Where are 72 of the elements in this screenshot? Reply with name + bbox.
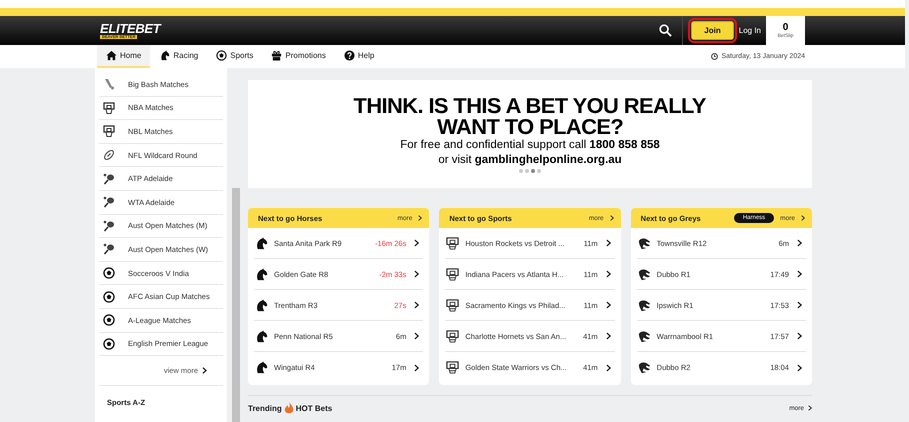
chevron-icon: [610, 215, 614, 221]
chevron-icon[interactable]: [606, 301, 611, 309]
greyhound-icon: [638, 236, 651, 250]
nav-tab[interactable]: Racing: [150, 45, 208, 68]
tennis-icon: [103, 220, 115, 232]
clock-icon: [711, 53, 718, 60]
carousel-dot[interactable]: [537, 169, 541, 173]
chevron-icon: [800, 215, 805, 221]
chevron-icon[interactable]: [606, 332, 611, 340]
chevron-icon[interactable]: [414, 270, 420, 278]
carousel-dot[interactable]: [525, 169, 529, 173]
tennis-icon: [103, 172, 115, 185]
cricket-icon: [103, 78, 115, 90]
banner-headline: WANT TO PLACE?: [437, 117, 623, 138]
nav-tab[interactable]: Sports: [207, 45, 262, 68]
gift-icon: [271, 50, 282, 61]
flame-icon: [284, 402, 294, 414]
search-icon[interactable]: [659, 24, 672, 37]
join-button[interactable]: Join: [691, 21, 734, 40]
chevron-icon[interactable]: [414, 239, 420, 247]
horse-icon: [255, 298, 268, 312]
nav-tab[interactable]: Promotions: [262, 45, 335, 68]
chevron-icon[interactable]: [414, 332, 420, 340]
basketball-icon: [446, 361, 460, 374]
soccer-icon: [103, 267, 115, 280]
chevron-icon[interactable]: [796, 301, 802, 309]
chevron-icon[interactable]: [796, 239, 802, 247]
greyhound-icon: [638, 268, 651, 280]
section-heading: Trending: [248, 404, 282, 412]
basketball-icon: [446, 268, 460, 280]
horse-icon: [255, 236, 268, 250]
soccer-icon: [103, 290, 115, 303]
chevron-icon[interactable]: [796, 332, 802, 340]
chevron-icon[interactable]: [606, 239, 611, 247]
horse-icon: [255, 361, 268, 374]
basketball-icon: [103, 125, 115, 138]
chevron-icon[interactable]: [414, 301, 420, 309]
basketball-icon: [446, 330, 460, 342]
banner-text: or visit gamblinghelponline.org.au: [438, 153, 622, 168]
tennis-icon: [103, 243, 115, 256]
tennis-icon: [103, 196, 115, 208]
chevron-icon[interactable]: [796, 270, 802, 278]
chevron-icon: [418, 215, 422, 221]
home-icon: [106, 50, 117, 61]
horse-icon: [255, 268, 268, 280]
chevron-icon[interactable]: [606, 364, 611, 372]
chevron-icon: [808, 405, 812, 411]
horse-icon: [159, 50, 170, 61]
basketball-icon: [446, 298, 460, 312]
carousel-dot[interactable]: [519, 169, 523, 173]
banner-text: For free and confidential support call 1800 858 858: [400, 138, 660, 153]
basketball-icon: [446, 236, 460, 250]
banner-headline: THINK. IS THIS A BET YOU REALLY: [354, 96, 706, 117]
greyhound-icon: [638, 298, 651, 312]
greyhound-icon: [638, 330, 651, 342]
login-button[interactable]: Log In: [734, 26, 766, 35]
greyhound-icon: [638, 361, 651, 374]
basketball-icon: [103, 102, 115, 114]
carousel-dot[interactable]: [531, 169, 535, 173]
football-icon: [103, 149, 115, 162]
section-heading: HOT Bets: [296, 404, 332, 412]
horse-icon: [255, 330, 268, 342]
chevron-icon[interactable]: [606, 270, 611, 278]
chevron-icon[interactable]: [414, 364, 420, 372]
chevron-icon[interactable]: [796, 364, 802, 372]
soccer-icon: [103, 338, 115, 350]
soccer-icon: [103, 314, 115, 326]
nav-tab[interactable]: Home: [97, 45, 150, 68]
nav-tab[interactable]: Help: [334, 45, 384, 68]
help-icon: [344, 50, 355, 61]
chevron-icon: [202, 367, 207, 374]
soccer-icon: [216, 50, 228, 61]
